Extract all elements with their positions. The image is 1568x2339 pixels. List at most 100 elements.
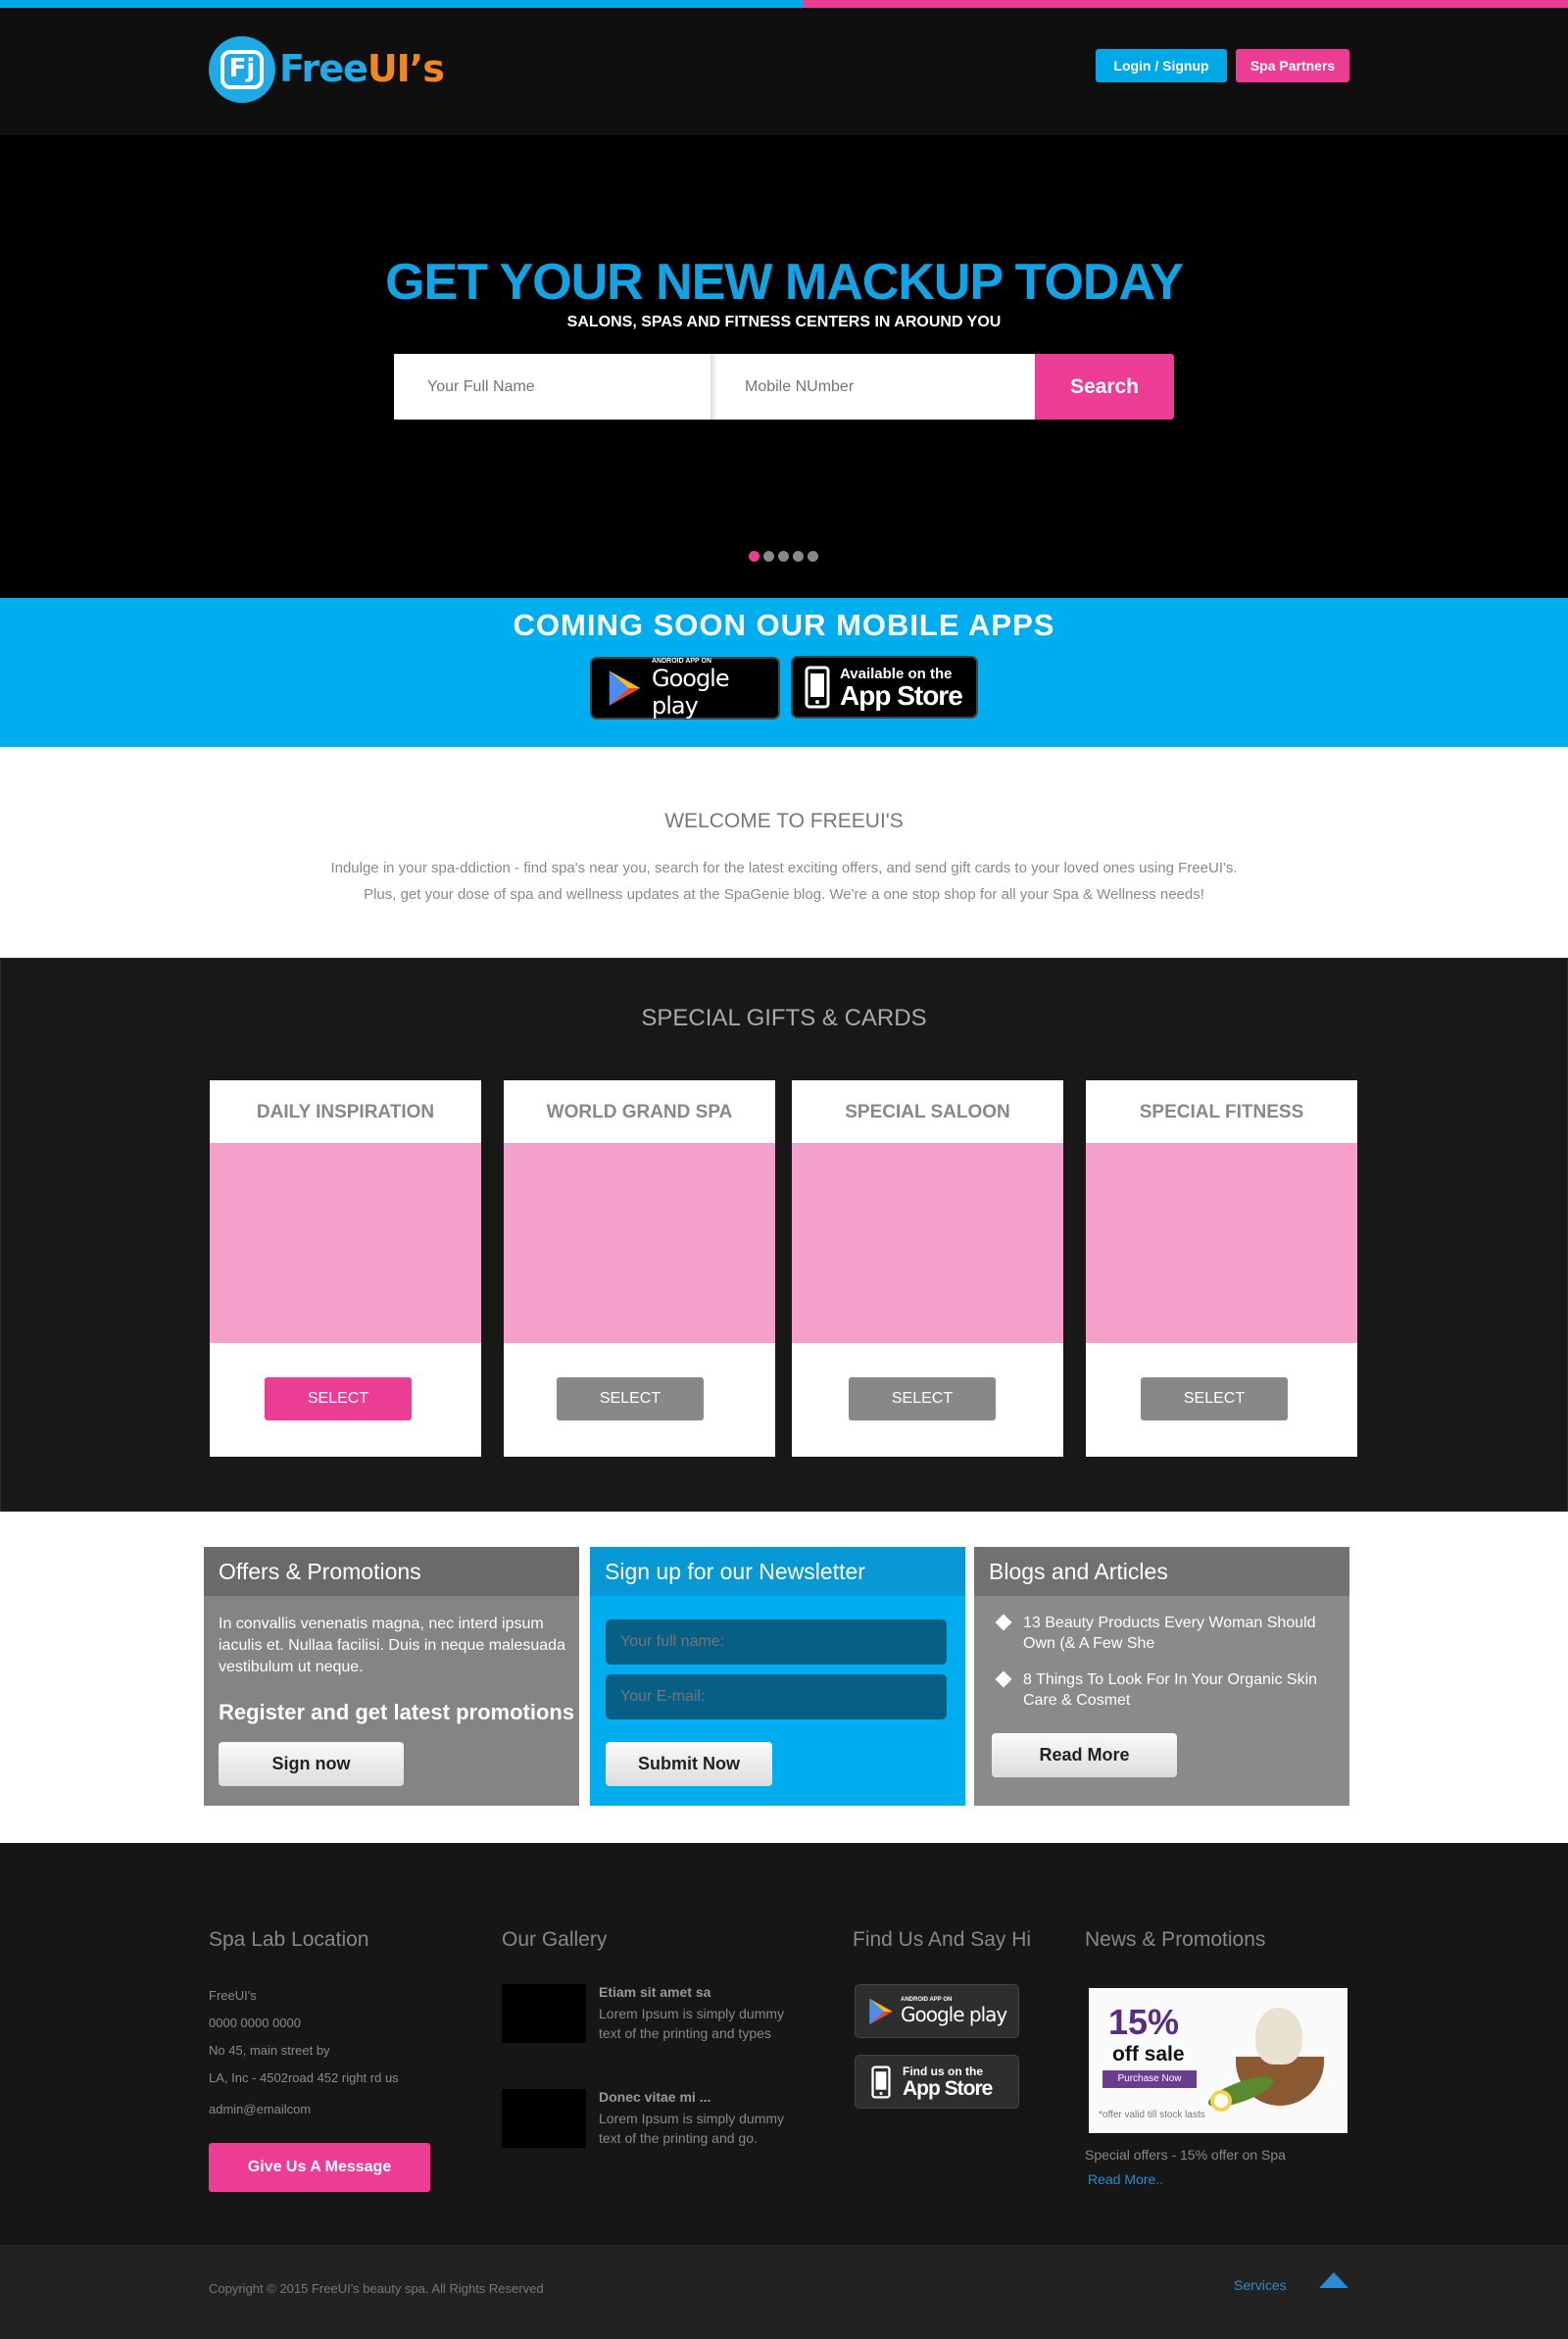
services-link[interactable]: Services [1234, 2277, 1287, 2293]
blogs-panel: Blogs and Articles 13 Beauty Products Ev… [974, 1547, 1349, 1806]
gift-card-title: SPECIAL FITNESS [1139, 1102, 1304, 1122]
welcome-title: WELCOME TO FREEUI'S [664, 810, 904, 832]
gallery-title: Our Gallery [502, 1928, 608, 1951]
blog-list-item[interactable]: 8 Things To Look For In Your Organic Ski… [994, 1669, 1337, 1711]
welcome-line-1: Indulge in your spa-ddiction - find spa'… [330, 860, 1238, 876]
top-accent-bar-blue [0, 0, 804, 8]
logo-text-free: Free [279, 47, 368, 90]
app-store-big-text: App Store [840, 679, 963, 711]
blog-list-item[interactable]: 13 Beauty Products Every Woman Should Ow… [994, 1613, 1337, 1654]
slider-dot-2[interactable] [763, 551, 774, 562]
newsletter-title: Sign up for our Newsletter [590, 1547, 965, 1596]
footer-apple-big-text: App Store [903, 2076, 993, 2100]
gallery-thumbnail[interactable] [502, 2089, 586, 2148]
location-address-2: LA, Inc - 4502road 452 right rd us [209, 2070, 399, 2085]
search-button[interactable]: Search [1035, 354, 1174, 420]
promo-note: *offer valid till stock lasts [1099, 2110, 1205, 2120]
welcome-section [0, 747, 1568, 958]
promo-percent: 15% [1108, 2002, 1180, 2042]
slider-dot-4[interactable] [793, 551, 804, 562]
mobile-number-input[interactable] [711, 354, 1035, 420]
select-button[interactable]: SELECT [265, 1377, 412, 1420]
news-title: News & Promotions [1085, 1928, 1266, 1951]
welcome-line-2: Plus, get your dose of spa and wellness … [364, 886, 1204, 903]
promo-banner-image[interactable]: 15% off sale Purchase Now *offer valid t… [1089, 1988, 1348, 2133]
slider-dot-3[interactable] [778, 551, 789, 562]
back-to-top-icon[interactable] [1319, 2272, 1348, 2288]
google-play-small-text: ANDROID APP ON [651, 657, 712, 665]
gallery-thumbnail[interactable] [502, 1984, 586, 2043]
login-signup-button[interactable]: Login / Signup [1096, 49, 1227, 82]
select-button[interactable]: SELECT [557, 1377, 704, 1420]
spa-partners-button[interactable]: Spa Partners [1236, 49, 1349, 82]
gallery-item-title[interactable]: Donec vitae mi ... [599, 2089, 710, 2105]
hero-subtitle: SALONS, SPAS AND FITNESS CENTERS IN AROU… [566, 314, 1002, 330]
location-address-1: No 45, main street by [209, 2043, 330, 2058]
slider-dot-1[interactable] [749, 551, 760, 562]
app-store-badge[interactable]: Available on the App Store [791, 656, 978, 719]
gift-card: DAILY INSPIRATION SELECT [210, 1080, 481, 1457]
newsletter-name-input[interactable] [606, 1619, 947, 1665]
blog-item-title: 8 Things To Look For In Your Organic Ski… [1023, 1671, 1318, 1709]
logo-mark: Fj [220, 50, 264, 89]
newsletter-email-input[interactable] [606, 1674, 947, 1719]
newsletter-panel: Sign up for our Newsletter Submit Now [590, 1547, 965, 1806]
find-us-title: Find Us And Say Hi [853, 1928, 1032, 1951]
gift-card: SPECIAL FITNESS SELECT [1086, 1080, 1357, 1457]
gallery-item-text: Lorem Ipsum is simply dummy text of the … [599, 2006, 785, 2041]
location-phone: 0000 0000 0000 [209, 2016, 301, 2030]
location-email[interactable]: admin@emailcom [209, 2096, 399, 2123]
promo-read-more-link[interactable]: Read More.. [1088, 2171, 1163, 2187]
full-name-input[interactable] [394, 354, 711, 420]
mobile-apps-title: COMING SOON OUR MOBILE APPS [513, 608, 1055, 642]
gift-card-image [792, 1143, 1063, 1343]
slider-dot-5[interactable] [808, 551, 818, 562]
google-play-badge[interactable]: ANDROID APP ON Google play [590, 657, 780, 720]
footer-google-play-badge[interactable]: ANDROID APP ON Google play [855, 1984, 1019, 2038]
location-title: Spa Lab Location [209, 1928, 369, 1951]
hero-title: GET YOUR NEW MACKUP TODAY [385, 254, 1184, 311]
offers-panel: Offers & Promotions In convallis venenat… [204, 1547, 579, 1806]
footer-app-store-badge[interactable]: Find us on the App Store [855, 2055, 1019, 2109]
footer-google-big-text: Google play [901, 2002, 1007, 2026]
select-button[interactable]: SELECT [849, 1377, 996, 1420]
app-store-small-text: Available on the [840, 665, 953, 682]
google-play-big-text: Google play [651, 664, 730, 720]
blogs-title: Blogs and Articles [974, 1547, 1349, 1596]
gallery-item-title[interactable]: Etiam sit amet sa [599, 1984, 710, 2000]
phone-icon [871, 2065, 891, 2099]
gift-card-image [1086, 1143, 1357, 1343]
give-us-a-message-button[interactable]: Give Us A Message [209, 2143, 430, 2192]
diamond-bullet-icon [995, 1670, 1012, 1688]
offers-title: Offers & Promotions [204, 1547, 579, 1596]
promo-sale-text: off sale [1112, 2043, 1185, 2065]
gift-card-image [210, 1143, 481, 1343]
herbal-compress-icon [1255, 2008, 1302, 2065]
gift-card-title: WORLD GRAND SPA [546, 1102, 733, 1122]
top-accent-bar-pink [804, 0, 1568, 8]
logo-text[interactable]: FreeUI’s [279, 47, 445, 90]
gallery-item-text: Lorem Ipsum is simply dummy text of the … [599, 2111, 785, 2146]
offers-subtitle: Register and get latest promotions [219, 1700, 575, 1724]
blog-item-title: 13 Beauty Products Every Woman Should Ow… [1023, 1615, 1316, 1652]
logo-text-uis: UI’s [367, 47, 445, 90]
sign-now-button[interactable]: Sign now [219, 1742, 404, 1786]
copyright-text: Copyright © 2015 FreeUI's beauty spa. Al… [209, 2281, 544, 2296]
gift-card: SPECIAL SALOON SELECT [792, 1080, 1063, 1457]
special-gifts-title: SPECIAL GIFTS & CARDS [641, 1005, 927, 1031]
location-details: FreeUI's 0000 0000 0000 No 45, main stre… [209, 1982, 399, 2123]
flower-icon [1210, 2090, 1232, 2112]
read-more-button[interactable]: Read More [992, 1733, 1177, 1777]
phone-icon [805, 666, 830, 709]
welcome-text: Indulge in your spa-ddiction - find spa'… [294, 855, 1274, 908]
logo-icon[interactable]: Fj [209, 36, 275, 103]
location-name: FreeUI's [209, 1988, 257, 2003]
select-button[interactable]: SELECT [1141, 1377, 1288, 1420]
google-play-icon [609, 671, 641, 706]
offers-text: In convallis venenatis magna, nec interd… [219, 1616, 565, 1675]
submit-now-button[interactable]: Submit Now [606, 1742, 772, 1786]
google-play-icon [869, 1998, 893, 2024]
gift-card: WORLD GRAND SPA SELECT [504, 1080, 775, 1457]
promo-caption: Special offers - 15% offer on Spa [1085, 2147, 1286, 2163]
gift-card-title: DAILY INSPIRATION [256, 1102, 435, 1122]
